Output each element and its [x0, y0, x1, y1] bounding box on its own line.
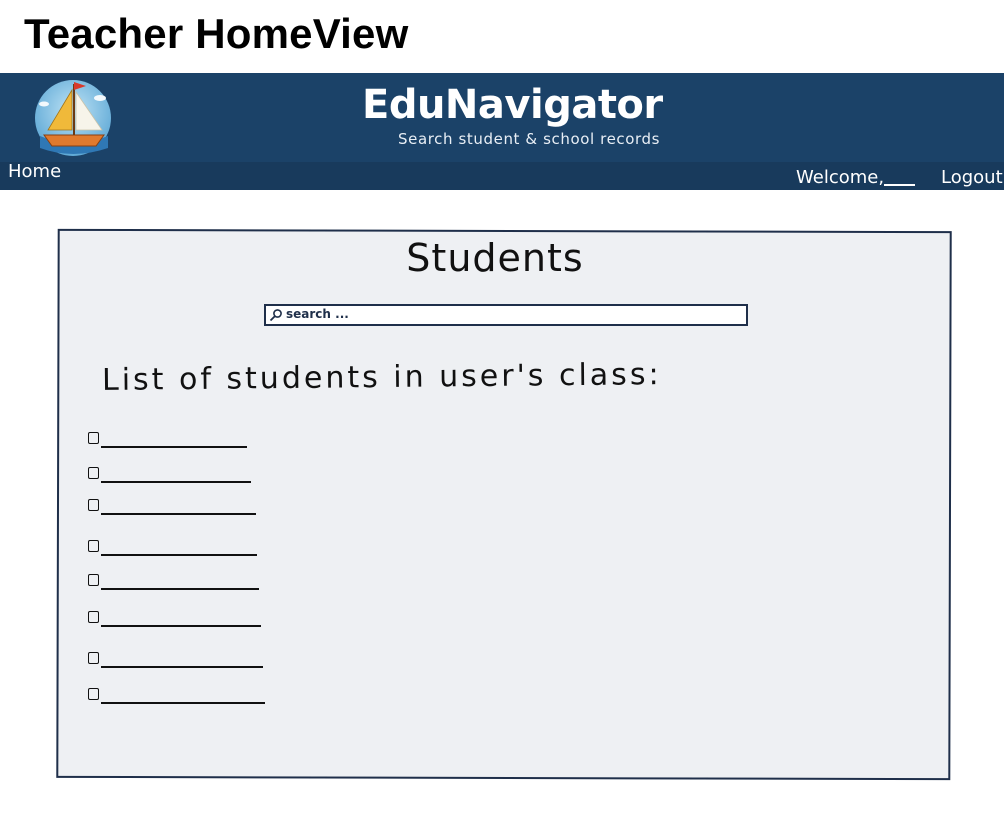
search-input[interactable]: search ...: [264, 304, 748, 326]
student-checkbox[interactable]: [88, 611, 99, 623]
search-placeholder: search ...: [286, 307, 349, 321]
student-name: [101, 702, 265, 704]
student-list-item[interactable]: [88, 611, 268, 627]
student-name: [101, 513, 256, 515]
student-list-item[interactable]: [88, 432, 268, 448]
student-checkbox[interactable]: [88, 499, 99, 511]
student-list-item[interactable]: [88, 652, 268, 668]
student-list-heading: List of students in user's class:: [101, 357, 662, 398]
student-list-item[interactable]: [88, 574, 268, 590]
search-icon: [269, 309, 282, 322]
student-name: [101, 481, 251, 483]
students-title: Students: [406, 236, 584, 280]
page-title: Teacher HomeView: [24, 10, 409, 57]
brand-name: EduNavigator: [362, 82, 663, 128]
student-list-item[interactable]: [88, 540, 268, 556]
student-name: [101, 625, 261, 627]
student-list-item[interactable]: [88, 467, 268, 483]
student-list-item[interactable]: [88, 688, 268, 704]
student-checkbox[interactable]: [88, 688, 99, 700]
student-checkbox[interactable]: [88, 467, 99, 479]
student-name: [101, 446, 247, 448]
sailboat-logo: [35, 80, 111, 156]
student-name: [101, 554, 257, 556]
student-checkbox[interactable]: [88, 432, 99, 444]
welcome-username-blank: [884, 184, 915, 186]
student-checkbox[interactable]: [88, 652, 99, 664]
student-name: [101, 588, 259, 590]
nav-home-link[interactable]: Home: [8, 161, 61, 182]
student-checkbox[interactable]: [88, 574, 99, 586]
brand-tagline: Search student & school records: [398, 130, 661, 148]
student-name: [101, 666, 263, 668]
student-list-item[interactable]: [88, 499, 268, 515]
welcome-label: Welcome,: [796, 167, 885, 188]
student-checkbox[interactable]: [88, 540, 99, 552]
logout-link[interactable]: Logout: [941, 167, 1003, 188]
